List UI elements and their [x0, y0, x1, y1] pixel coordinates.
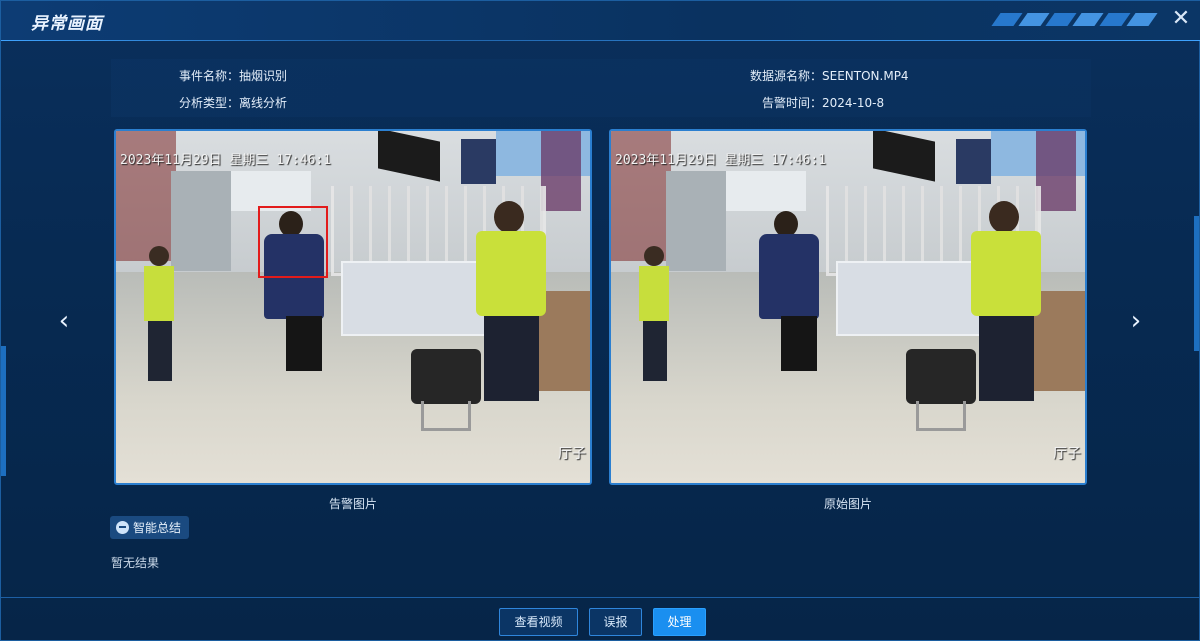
right-side-tab[interactable]	[1194, 216, 1199, 351]
detection-box	[258, 206, 328, 278]
alarm-image[interactable]: 2023年11月29日 星期三 17:46:1 厅子	[114, 129, 592, 485]
camera-watermark: 厅子	[1053, 446, 1081, 462]
scene-illustration: 2023年11月29日 星期三 17:46:1 厅子	[116, 131, 590, 483]
analysis-type: 分析类型：离线分析	[179, 94, 287, 111]
handle-button[interactable]: 处理	[653, 608, 706, 636]
event-name: 事件名称：抽烟识别	[179, 67, 287, 84]
alarm-time-value: 2024-10-8	[822, 96, 885, 110]
prev-arrow-icon[interactable]: ‹	[53, 307, 75, 335]
view-video-button[interactable]: 查看视频	[499, 608, 578, 636]
title-bar: 异常画面 ✕	[1, 1, 1200, 41]
camera-watermark: 厅子	[558, 446, 586, 462]
event-name-label: 事件名称：	[179, 69, 240, 83]
data-source-name: 数据源名称：SEENTON.MP4	[750, 67, 909, 84]
chat-bubble-icon	[116, 521, 129, 534]
summary-result: 暂无结果	[111, 556, 160, 570]
event-name-value: 抽烟识别	[239, 69, 288, 83]
original-image[interactable]: 2023年11月29日 星期三 17:46:1 厅子	[609, 129, 1087, 485]
data-source-value: SEENTON.MP4	[822, 69, 909, 83]
alarm-time: 告警时间：2024-10-8	[762, 94, 884, 111]
footer-divider	[1, 597, 1200, 598]
event-info-panel: 事件名称：抽烟识别 数据源名称：SEENTON.MP4 分析类型：离线分析 告警…	[111, 59, 1091, 117]
camera-timestamp: 2023年11月29日 星期三 17:46:1	[120, 153, 332, 168]
data-source-label: 数据源名称：	[750, 69, 823, 83]
analysis-type-label: 分析类型：	[179, 96, 240, 110]
analysis-type-value: 离线分析	[239, 96, 288, 110]
alarm-image-caption: 告警图片	[328, 497, 377, 511]
decorative-stripes	[991, 13, 1158, 27]
smart-summary-tag: 智能总结	[110, 516, 190, 539]
original-image-caption: 原始图片	[823, 497, 872, 511]
false-alarm-button[interactable]: 误报	[589, 608, 642, 636]
scene-illustration: 2023年11月29日 星期三 17:46:1 厅子	[611, 131, 1085, 483]
alarm-time-label: 告警时间：	[762, 96, 823, 110]
close-icon[interactable]: ✕	[1169, 7, 1193, 31]
dialog-title: 异常画面	[31, 14, 103, 34]
camera-timestamp: 2023年11月29日 星期三 17:46:1	[615, 153, 827, 168]
abnormal-image-dialog: 异常画面 ✕ 事件名称：抽烟识别 数据源名称：SEENTON.MP4 分析类型：…	[0, 0, 1200, 641]
left-side-tab[interactable]	[1, 346, 6, 476]
next-arrow-icon[interactable]: ›	[1125, 307, 1147, 335]
smart-summary-label: 智能总结	[133, 521, 182, 535]
